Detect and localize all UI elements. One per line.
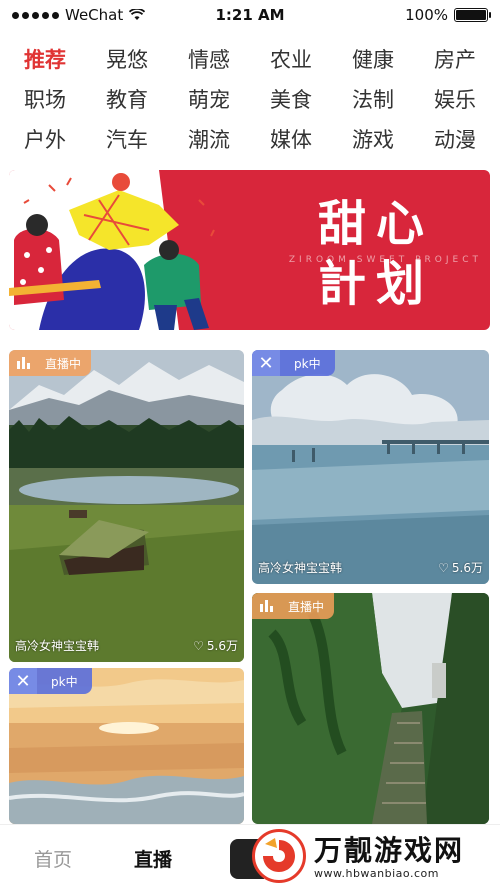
category-tab[interactable]: 娱乐 — [414, 85, 496, 115]
bar-chart-icon — [252, 593, 280, 619]
likes-value: 5.6万 — [451, 561, 483, 575]
tag-label: pk中 — [294, 356, 321, 371]
close-x-icon: ✕ — [252, 350, 280, 376]
likes-count: ♡ 5.6万 — [438, 559, 483, 576]
streamer-name: 高冷女神宝宝韩 — [258, 561, 343, 575]
heart-icon: ♡ — [438, 560, 449, 575]
streamer-name: 高冷女神宝宝韩 — [15, 639, 100, 653]
status-tag: 直播中 — [9, 350, 92, 376]
tag-label: pk中 — [51, 674, 78, 689]
pk-card[interactable]: ✕ pk中 高冷女神宝宝韩 ♡ 5.6万 — [252, 350, 489, 584]
status-right: 100% — [405, 6, 491, 24]
heart-icon: ♡ — [193, 638, 204, 653]
battery-icon — [454, 8, 491, 22]
category-tab[interactable]: 萌宠 — [168, 85, 250, 115]
tab-live[interactable]: 直播 — [134, 845, 172, 872]
watermark-title: 万靓游戏网 — [314, 834, 465, 867]
card-thumbnail — [252, 593, 489, 824]
tag-label: 直播中 — [45, 356, 82, 371]
status-tag: ✕ pk中 — [9, 668, 92, 694]
watermark-url: www.hbwanbiao.com — [314, 867, 439, 880]
category-tab[interactable]: 教育 — [86, 85, 168, 115]
category-tab[interactable]: 汽车 — [86, 125, 168, 155]
category-tab[interactable]: 房产 — [414, 45, 496, 75]
battery-level — [456, 10, 486, 20]
promo-banner[interactable]: 甜心 計划 ZIROOM SWEET PROJECT — [9, 170, 490, 330]
status-tag: 直播中 — [252, 593, 335, 619]
category-tab[interactable]: 游戏 — [332, 125, 414, 155]
category-tab[interactable]: 推荐 — [4, 45, 86, 75]
banner-title: 甜心 計划 — [318, 194, 434, 314]
card-thumbnail — [252, 350, 489, 584]
category-tab[interactable]: 动漫 — [414, 125, 496, 155]
category-tab[interactable]: 职场 — [4, 85, 86, 115]
category-tab[interactable]: 法制 — [332, 85, 414, 115]
banner-subtitle: ZIROOM SWEET PROJECT — [288, 255, 482, 265]
tag-label: 直播中 — [288, 599, 325, 614]
card-thumbnail — [9, 350, 244, 662]
live-card[interactable]: 直播中 — [252, 593, 489, 824]
watermark-logo — [252, 829, 306, 883]
battery-percent: 100% — [405, 6, 448, 24]
category-tab[interactable]: 潮流 — [168, 125, 250, 155]
category-tab[interactable]: 美食 — [250, 85, 332, 115]
close-x-icon: ✕ — [9, 668, 37, 694]
bar-chart-icon — [9, 350, 37, 376]
category-tab[interactable]: 户外 — [4, 125, 86, 155]
status-tag: ✕ pk中 — [252, 350, 335, 376]
site-watermark: 万靓游戏网 www.hbwanbiao.com — [252, 827, 497, 887]
likes-value: 5.6万 — [206, 639, 238, 653]
banner-title-line1: 甜心 — [317, 196, 434, 252]
pk-card[interactable]: ✕ pk中 — [9, 668, 244, 824]
likes-count: ♡ 5.6万 — [193, 637, 238, 654]
category-tab[interactable]: 农业 — [250, 45, 332, 75]
live-card[interactable]: 直播中 高冷女神宝宝韩 ♡ 5.6万 — [9, 350, 244, 662]
category-grid: 推荐 晃悠 情感 农业 健康 房产职场 教育 萌宠 美食 法制 娱乐户外 汽车 潮流 媒体 游戏 动漫 — [0, 45, 500, 155]
category-tab[interactable]: 晃悠 — [86, 45, 168, 75]
category-tab[interactable]: 情感 — [168, 45, 250, 75]
category-tab[interactable]: 媒体 — [250, 125, 332, 155]
category-tab[interactable]: 健康 — [332, 45, 414, 75]
tab-home[interactable]: 首页 — [34, 845, 72, 872]
status-bar: WeChat 1:21 AM 100% — [0, 0, 500, 30]
